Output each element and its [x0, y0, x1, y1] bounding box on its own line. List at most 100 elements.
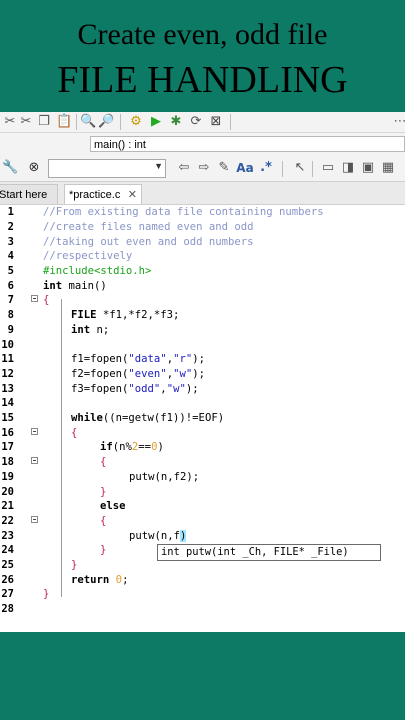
line-number: 7	[7, 294, 14, 306]
block-icon[interactable]: ▣	[360, 159, 376, 177]
function-scope-value: main() : int	[94, 139, 146, 151]
function-scope-dropdown[interactable]: main() : int	[90, 136, 405, 152]
string-literal: "even"	[128, 368, 167, 380]
editor-tabs: Start here *practice.c ✕	[0, 182, 405, 205]
code-text: ((n=getw(f1))!=EOF)	[102, 412, 225, 424]
scope-bar: main() : int	[0, 133, 405, 155]
code-editor[interactable]: 1 2 3 4 5 6 7 8 9 10 11 12 13 14 15 16 1…	[0, 205, 405, 632]
toolbar-separator	[312, 161, 313, 177]
scissors-icon-2[interactable]: ✂	[18, 113, 34, 131]
code-text: );	[192, 353, 205, 365]
code-line-main: int main()	[43, 280, 107, 292]
fold-toggle-icon[interactable]	[31, 457, 38, 464]
line-number: 10	[1, 339, 14, 351]
string-literal: "w"	[173, 368, 193, 380]
arrow-right-icon[interactable]: ⇨	[196, 159, 212, 177]
keyword: int	[71, 324, 91, 336]
clear-icon[interactable]: ⊗	[26, 159, 42, 177]
copy-icon[interactable]: ❐	[36, 113, 52, 131]
build-run-icon[interactable]: ✱	[168, 113, 184, 131]
line-number: 18	[1, 456, 14, 468]
code-line-comment: //From existing data file containing num…	[43, 206, 324, 218]
line-number: 14	[1, 397, 14, 409]
code-text: ;	[122, 574, 129, 586]
keyword: else	[100, 500, 126, 512]
code-line-brace: }	[100, 486, 107, 498]
code-text: n;	[90, 324, 110, 336]
highlight-icon[interactable]: ✎	[216, 159, 232, 177]
keyword: int	[43, 280, 63, 292]
code-line-comment: //taking out even and odd numbers	[43, 236, 254, 248]
tab-label: Start here	[0, 189, 48, 201]
close-icon[interactable]: ✕	[128, 185, 137, 205]
more-icon[interactable]: ⋯	[392, 113, 405, 131]
fold-toggle-icon[interactable]	[31, 428, 38, 435]
replace-icon[interactable]: 🔎	[98, 113, 114, 131]
line-number: 23	[1, 530, 14, 542]
string-literal: "data"	[128, 353, 167, 365]
scissors-icon[interactable]: ✂	[2, 113, 18, 131]
line-number: 27	[1, 588, 14, 600]
code-text: *f1,*f2,*f3;	[96, 309, 180, 321]
arrow-left-icon[interactable]: ⇦	[176, 159, 192, 177]
search-input[interactable]: ▼	[48, 159, 166, 178]
stop-icon[interactable]: ⊠	[208, 113, 224, 131]
line-number: 9	[7, 324, 14, 336]
bottom-background	[0, 632, 405, 720]
code-text: (n%	[112, 441, 132, 453]
code-text: );	[192, 368, 205, 380]
code-line-brace: {	[100, 515, 107, 527]
code-line-brace: {	[100, 456, 107, 468]
build-gear-icon[interactable]: ⚙	[128, 113, 144, 131]
chevron-down-icon[interactable]: ▼	[154, 161, 163, 171]
cursor-icon[interactable]: ↖	[292, 159, 308, 177]
run-icon[interactable]: ▶	[148, 113, 164, 131]
code-line-else: else	[100, 500, 126, 512]
bookmark-icon[interactable]: ◨	[340, 159, 356, 177]
fold-toggle-icon[interactable]	[31, 295, 38, 302]
string-literal: "r"	[173, 353, 193, 365]
code-text: )	[157, 441, 164, 453]
tab-label: *practice.c	[69, 189, 121, 201]
ide-window: ✂ ✂ ❐ 📋 🔍 🔎 ⚙ ▶ ✱ ⟳ ⊠ ⋯ main() : int 🔧 ⊗…	[0, 112, 405, 632]
line-number: 24	[1, 544, 14, 556]
tab-practice-c[interactable]: *practice.c ✕	[64, 184, 142, 204]
match-case-button[interactable]: Aa	[234, 159, 256, 177]
code-line-putw-odd: putw(n,f)	[129, 530, 187, 542]
line-number: 21	[1, 500, 14, 512]
code-line-fopen-data: f1=fopen("data","r");	[71, 353, 205, 365]
line-number: 17	[1, 441, 14, 453]
code-text: ==	[138, 441, 152, 453]
wrench-icon[interactable]: 🔧	[2, 159, 18, 177]
code-text: main()	[62, 280, 107, 292]
code-line-putw-even: putw(n,f2);	[129, 471, 200, 483]
grid-icon[interactable]: ▦	[380, 159, 396, 177]
find-icon[interactable]: 🔍	[80, 113, 96, 131]
code-line-if: if(n%2==0)	[100, 441, 164, 453]
toolbar-separator	[120, 114, 121, 130]
line-number: 4	[7, 250, 14, 262]
code-line-brace: }	[71, 559, 78, 571]
line-number: 11	[1, 353, 14, 365]
code-text: putw(	[129, 530, 161, 542]
keyword: FILE	[71, 309, 97, 321]
line-number: 22	[1, 515, 14, 527]
keyword: return	[71, 574, 110, 586]
paste-icon[interactable]: 📋	[56, 113, 72, 131]
string-literal: "w"	[166, 383, 186, 395]
keyword: while	[71, 412, 103, 424]
rebuild-icon[interactable]: ⟳	[188, 113, 204, 131]
line-number: 16	[1, 427, 14, 439]
tab-start-here[interactable]: Start here	[0, 184, 58, 204]
line-number: 1	[7, 206, 14, 218]
line-number: 26	[1, 574, 14, 586]
rectangle-icon[interactable]: ▭	[320, 159, 336, 177]
line-number: 13	[1, 383, 14, 395]
code-text: f3=fopen(	[71, 383, 129, 395]
code-text: f1=fopen(	[71, 353, 129, 365]
title-line-1: Create even, odd file	[77, 18, 328, 51]
regex-button[interactable]: .*	[258, 159, 274, 177]
matching-paren: )	[180, 530, 187, 542]
line-number: 5	[7, 265, 14, 277]
fold-toggle-icon[interactable]	[31, 516, 38, 523]
